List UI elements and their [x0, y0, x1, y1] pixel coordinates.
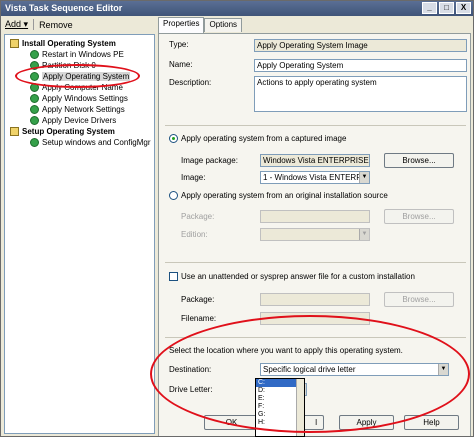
check-status-icon: [30, 83, 39, 92]
check-status-icon: [30, 61, 39, 70]
browse-image-package-button[interactable]: Browse...: [384, 153, 454, 168]
ok-button[interactable]: OK: [204, 415, 259, 430]
help-button[interactable]: Help: [404, 415, 459, 430]
tree-item-apply-network-settings[interactable]: Apply Network Settings: [5, 104, 154, 115]
tree-item-apply-os[interactable]: Apply Operating System: [5, 71, 154, 82]
tree-group-label: Install Operating System: [22, 39, 116, 48]
divider: [165, 337, 466, 338]
chevron-down-icon: ▾: [23, 19, 29, 29]
name-field[interactable]: Apply Operating System: [254, 59, 467, 72]
maximize-button[interactable]: □: [439, 2, 454, 14]
captured-image-radio[interactable]: [169, 134, 178, 143]
tree-item-restart-winpe[interactable]: Restart in Windows PE: [5, 49, 154, 60]
tree-item-label: Apply Network Settings: [42, 105, 125, 114]
tree-item-apply-windows-settings[interactable]: Apply Windows Settings: [5, 93, 154, 104]
folder-icon: [10, 127, 19, 136]
check-status-icon: [30, 138, 39, 147]
tree-item-label: Apply Windows Settings: [42, 94, 128, 103]
check-status-icon: [30, 94, 39, 103]
tree-item-label: Apply Operating System: [42, 72, 131, 81]
package-label: Package:: [181, 212, 215, 221]
tree-item-partition-disk[interactable]: Partition Disk 0: [5, 60, 154, 71]
apply-button[interactable]: Apply: [339, 415, 394, 430]
check-status-icon: [30, 105, 39, 114]
tab-options[interactable]: Options: [204, 18, 243, 32]
description-label: Description:: [169, 78, 212, 87]
description-field[interactable]: Actions to apply operating system: [254, 76, 467, 112]
window-title: Vista Task Sequence Editor: [5, 3, 123, 13]
edition-select[interactable]: ▼: [260, 228, 370, 241]
package-field: [260, 210, 370, 223]
chevron-down-icon: ▼: [438, 364, 448, 375]
answer-package-field: [260, 293, 370, 306]
task-sequence-editor-window: Vista Task Sequence Editor _ □ X Add ▾ R…: [0, 0, 474, 437]
tree-group-install-os[interactable]: Install Operating System: [5, 38, 154, 49]
image-package-label: Image package:: [181, 156, 238, 165]
name-label: Name:: [169, 60, 193, 69]
check-status-icon: [30, 50, 39, 59]
image-select[interactable]: 1 - Windows Vista ENTERPR ▼: [260, 171, 370, 184]
browse-answer-package-button[interactable]: Browse...: [384, 292, 454, 307]
add-label: Add: [5, 19, 22, 29]
tree-group-label: Setup Operating System: [22, 127, 115, 136]
tree-item-label: Partition Disk 0: [42, 61, 96, 70]
edition-label: Edition:: [181, 230, 208, 239]
chevron-down-icon: ▼: [359, 172, 369, 183]
filename-field: [260, 312, 370, 325]
original-source-label: Apply operating system from an original …: [181, 191, 388, 200]
destination-label: Destination:: [169, 365, 212, 374]
check-status-icon: [30, 72, 39, 81]
close-button[interactable]: X: [456, 2, 471, 14]
filename-label: Filename:: [181, 314, 217, 323]
check-status-icon: [30, 116, 39, 125]
add-menu-button[interactable]: Add ▾: [5, 19, 28, 30]
tree-item-label: Apply Device Drivers: [42, 116, 117, 125]
dropdown-scrollbar[interactable]: [296, 379, 304, 436]
location-instructions: Select the location where you want to ap…: [169, 346, 403, 355]
properties-pane: Properties Options Type: Apply Operating…: [158, 16, 473, 436]
minimize-button[interactable]: _: [422, 2, 437, 14]
browse-package-button[interactable]: Browse...: [384, 209, 454, 224]
package2-label: Package:: [181, 295, 215, 304]
remove-button[interactable]: Remove: [39, 20, 73, 30]
tree-item-label: Setup windows and ConfigMgr: [42, 138, 151, 147]
image-package-field: Windows Vista ENTERPRISE en: [260, 154, 370, 167]
tree-group-setup-os[interactable]: Setup Operating System: [5, 126, 154, 137]
type-field: Apply Operating System Image: [254, 39, 467, 52]
destination-select[interactable]: Specific logical drive letter ▼: [260, 363, 449, 376]
properties-panel: Type: Apply Operating System Image Name:…: [158, 33, 471, 436]
chevron-down-icon: ▼: [359, 229, 369, 240]
original-source-radio[interactable]: [169, 191, 178, 200]
drive-letter-dropdown-list[interactable]: C: D: E: F: G: H:: [255, 378, 305, 437]
toolbar: Add ▾ Remove: [1, 16, 156, 33]
unattend-checkbox[interactable]: [169, 272, 178, 281]
divider: [165, 125, 466, 126]
title-bar: Vista Task Sequence Editor _ □ X: [1, 1, 473, 16]
image-select-value: 1 - Windows Vista ENTERPR: [263, 173, 368, 182]
tree-item-apply-computer-name[interactable]: Apply Computer Name: [5, 82, 154, 93]
task-sequence-tree[interactable]: Install Operating System Restart in Wind…: [4, 34, 155, 434]
tab-properties[interactable]: Properties: [158, 17, 205, 33]
tab-strip: Properties Options: [158, 17, 243, 33]
drive-letter-label: Drive Letter:: [169, 385, 213, 394]
image-label: Image:: [181, 173, 206, 182]
toolbar-separator: [33, 19, 35, 30]
tree-item-label: Restart in Windows PE: [42, 50, 124, 59]
tree-item-setup-windows-configmgr[interactable]: Setup windows and ConfigMgr: [5, 137, 154, 148]
unattend-label: Use an unattended or sysprep answer file…: [181, 272, 415, 281]
tree-item-apply-device-drivers[interactable]: Apply Device Drivers: [5, 115, 154, 126]
tree-item-label: Apply Computer Name: [42, 83, 123, 92]
folder-icon: [10, 39, 19, 48]
type-label: Type:: [169, 40, 189, 49]
destination-select-value: Specific logical drive letter: [263, 365, 356, 374]
captured-image-label: Apply operating system from a captured i…: [181, 134, 347, 143]
divider: [165, 262, 466, 263]
